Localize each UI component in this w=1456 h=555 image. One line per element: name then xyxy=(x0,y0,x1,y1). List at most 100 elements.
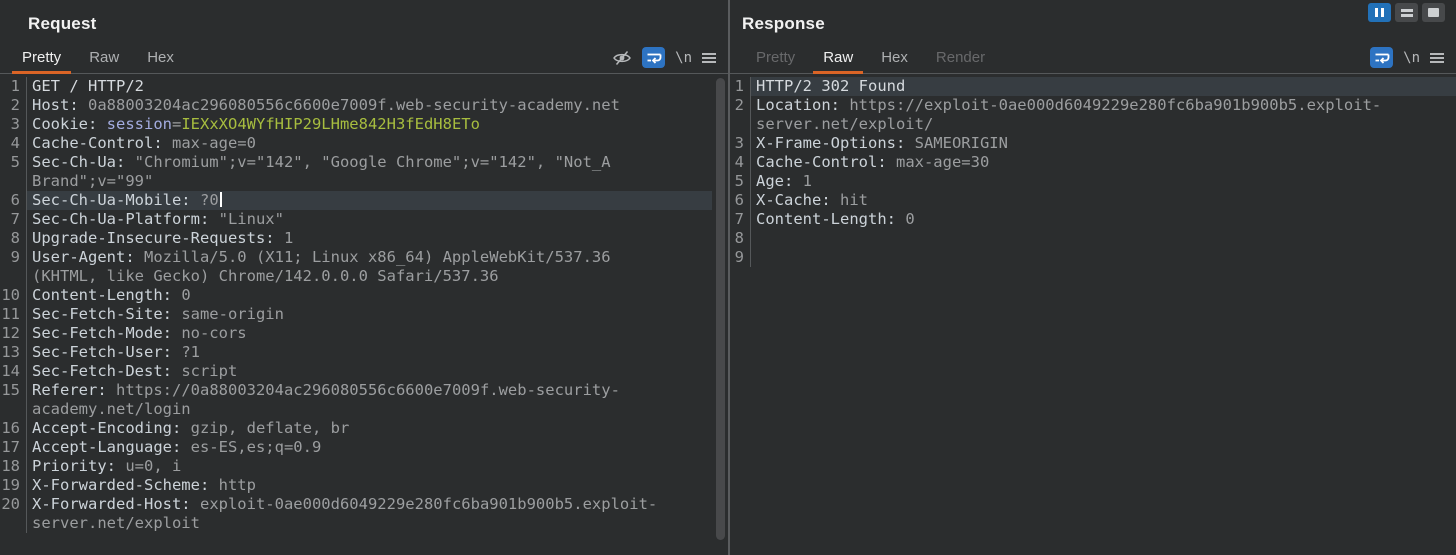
code-line[interactable]: 9User-Agent: Mozilla/5.0 (X11; Linux x86… xyxy=(0,248,712,286)
code-line[interactable]: 8 xyxy=(730,229,1456,248)
line-number: 18 xyxy=(0,457,27,476)
code-segment-name: Sec-Fetch-Dest: xyxy=(32,362,181,380)
code-line[interactable]: 14Sec-Fetch-Dest: script xyxy=(0,362,712,381)
code-segment-name: X-Forwarded-Scheme: xyxy=(32,476,219,494)
code-segment-name: X-Cache: xyxy=(756,191,840,209)
code-segment-name: Accept-Encoding: xyxy=(32,419,191,437)
code-line[interactable]: 17Accept-Language: es-ES,es;q=0.9 xyxy=(0,438,712,457)
code-segment-val: 0 xyxy=(181,286,190,304)
code-line[interactable]: 5Sec-Ch-Ua: "Chromium";v="142", "Google … xyxy=(0,153,712,191)
line-body: Sec-Fetch-Mode: no-cors xyxy=(27,324,712,343)
line-body: Accept-Encoding: gzip, deflate, br xyxy=(27,419,712,438)
code-line[interactable]: 18 Priority: u=0, i xyxy=(0,457,712,476)
code-line[interactable]: 4Cache-Control: max-age=0 xyxy=(0,134,712,153)
request-panel: Request PrettyRawHex xyxy=(0,0,728,555)
code-segment-val: es-ES,es;q=0.9 xyxy=(191,438,322,456)
soft-wrap-toggle-icon[interactable] xyxy=(1370,47,1393,68)
line-body xyxy=(751,248,1456,267)
message-editor-window: Request PrettyRawHex xyxy=(0,0,1456,555)
code-segment-name: Cookie: xyxy=(32,115,107,133)
code-segment-name: Sec-Fetch-Site: xyxy=(32,305,181,323)
request-tab-row: PrettyRawHex \ xyxy=(0,47,728,74)
response-header: Response xyxy=(730,0,1456,47)
line-body: X-Cache: hit xyxy=(751,191,1456,210)
line-number: 4 xyxy=(0,134,27,153)
code-line[interactable]: 4Cache-Control: max-age=30 xyxy=(730,153,1456,172)
hide-nonprintable-icon[interactable] xyxy=(612,50,632,66)
code-line[interactable]: 19X-Forwarded-Scheme: http xyxy=(0,476,712,495)
code-line[interactable]: 2Host: 0a88003204ac296080556c6600e7009f.… xyxy=(0,96,712,115)
columns-layout-button[interactable] xyxy=(1368,3,1391,22)
rows-layout-button[interactable] xyxy=(1395,3,1418,22)
tab-response-render: Render xyxy=(926,45,995,73)
code-segment-val: u=0, i xyxy=(125,457,181,475)
code-line[interactable]: 20X-Forwarded-Host: exploit-0ae000d60492… xyxy=(0,495,712,533)
tab-request-raw[interactable]: Raw xyxy=(79,45,129,73)
code-line[interactable]: 3Cookie: session=IEXxXO4WYfHIP29LHme842H… xyxy=(0,115,712,134)
code-line[interactable]: 12Sec-Fetch-Mode: no-cors xyxy=(0,324,712,343)
code-segment-name: Sec-Ch-Ua-Mobile: xyxy=(32,191,200,209)
line-body: Sec-Fetch-User: ?1 xyxy=(27,343,712,362)
code-segment-name: Content-Length: xyxy=(756,210,905,228)
line-number: 7 xyxy=(0,210,27,229)
code-segment-val: ?0 xyxy=(200,191,219,209)
response-toolbar: \n xyxy=(1370,47,1456,73)
code-segment-name: Cache-Control: xyxy=(32,134,172,152)
selected-line-body: HTTP/2 302 Found xyxy=(751,77,1456,96)
code-line[interactable]: 7Sec-Ch-Ua-Platform: "Linux" xyxy=(0,210,712,229)
soft-wrap-toggle-icon[interactable] xyxy=(642,47,665,68)
code-line[interactable]: 8Upgrade-Insecure-Requests: 1 xyxy=(0,229,712,248)
line-number: 9 xyxy=(0,248,27,286)
code-segment-name: X-Frame-Options: xyxy=(756,134,915,152)
response-tabs: Pretty Raw Hex Render xyxy=(730,45,1003,73)
line-body: Host: 0a88003204ac296080556c6600e7009f.w… xyxy=(27,96,712,115)
newline-icon[interactable]: \n xyxy=(675,50,692,66)
request-editor[interactable]: 1GET / HTTP/22Host: 0a88003204ac29608055… xyxy=(0,74,728,533)
code-line[interactable]: 3X-Frame-Options: SAMEORIGIN xyxy=(730,134,1456,153)
response-panel: Response Pretty Raw Hex Render \n 1HTTP/2 3… xyxy=(730,0,1456,555)
tab-request-pretty[interactable]: Pretty xyxy=(12,45,71,73)
request-scrollbar[interactable] xyxy=(716,78,725,545)
line-body: Sec-Fetch-Site: same-origin xyxy=(27,305,712,324)
line-number: 2 xyxy=(730,96,751,134)
line-number: 15 xyxy=(0,381,27,419)
code-line[interactable]: 11Sec-Fetch-Site: same-origin xyxy=(0,305,712,324)
code-line[interactable]: 6X-Cache: hit xyxy=(730,191,1456,210)
tab-response-pretty: Pretty xyxy=(746,45,805,73)
tab-response-hex[interactable]: Hex xyxy=(871,45,918,73)
tab-response-raw[interactable]: Raw xyxy=(813,45,863,73)
single-layout-button[interactable] xyxy=(1422,3,1445,22)
newline-icon[interactable]: \n xyxy=(1403,50,1420,66)
code-line[interactable]: 16Accept-Encoding: gzip, deflate, br xyxy=(0,419,712,438)
code-line[interactable]: 7Content-Length: 0 xyxy=(730,210,1456,229)
pause-columns-icon xyxy=(1374,5,1386,20)
line-number: 8 xyxy=(0,229,27,248)
code-segment-val: 0a88003204ac296080556c6600e7009f.web-sec… xyxy=(88,96,620,114)
code-line[interactable]: 5Age: 1 xyxy=(730,172,1456,191)
code-line[interactable]: 15Referer: https://0a88003204ac296080556… xyxy=(0,381,712,419)
tab-request-hex[interactable]: Hex xyxy=(137,45,184,73)
code-segment-val: no-cors xyxy=(181,324,246,342)
line-number: 3 xyxy=(730,134,751,153)
menu-icon[interactable] xyxy=(702,51,716,65)
text-caret xyxy=(220,192,222,207)
code-segment-name: Priority: xyxy=(32,457,125,475)
code-line[interactable]: 1HTTP/2 302 Found xyxy=(730,77,1456,96)
line-number: 2 xyxy=(0,96,27,115)
line-body: Location: https://exploit-0ae000d6049229… xyxy=(751,96,1456,134)
menu-icon[interactable] xyxy=(1430,51,1444,65)
code-segment-val: max-age=30 xyxy=(896,153,989,171)
response-title: Response xyxy=(742,14,825,34)
code-line[interactable]: 10Content-Length: 0 xyxy=(0,286,712,305)
code-line[interactable]: 2Location: https://exploit-0ae000d604922… xyxy=(730,96,1456,134)
code-line[interactable]: 9 xyxy=(730,248,1456,267)
response-editor[interactable]: 1HTTP/2 302 Found2Location: https://expl… xyxy=(730,74,1456,267)
code-line[interactable]: 13Sec-Fetch-User: ?1 xyxy=(0,343,712,362)
scrollbar-thumb[interactable] xyxy=(716,78,725,540)
code-segment-val: 1 xyxy=(284,229,293,247)
line-number: 1 xyxy=(0,77,27,96)
code-segment-name: Location: xyxy=(756,96,849,114)
code-line[interactable]: 1GET / HTTP/2 xyxy=(0,77,712,96)
layout-controls xyxy=(1368,3,1445,22)
code-line[interactable]: 6Sec-Ch-Ua-Mobile: ?0 xyxy=(0,191,712,210)
